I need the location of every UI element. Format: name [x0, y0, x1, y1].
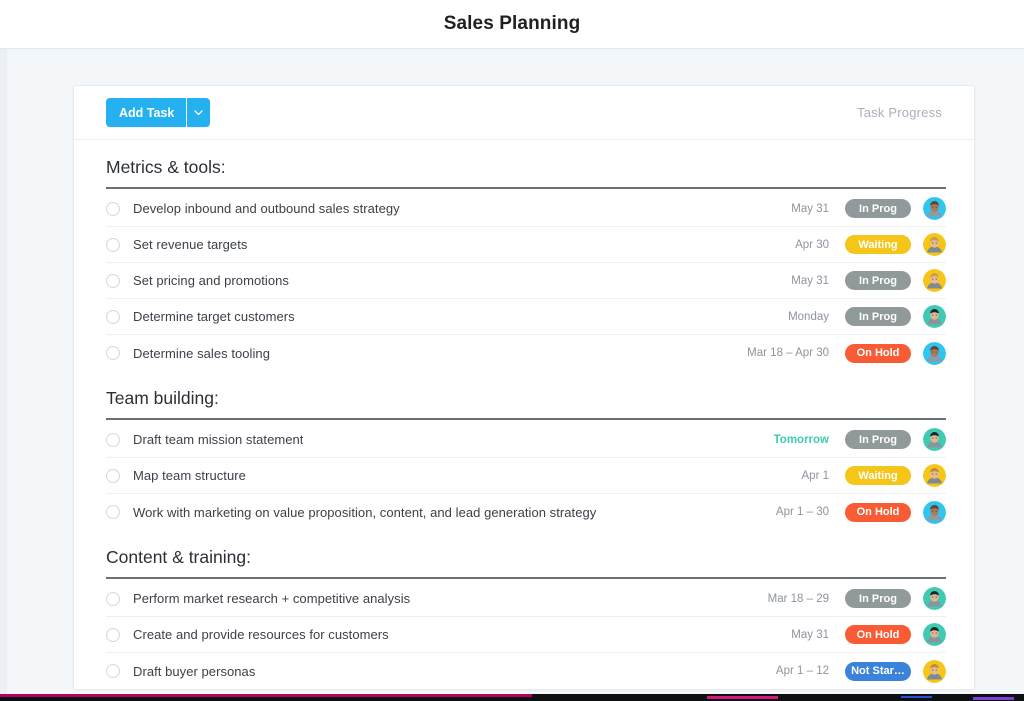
task-section: Team building: Draft team mission stateme…: [74, 371, 974, 530]
add-task-group[interactable]: Add Task: [106, 98, 210, 127]
task-complete-checkbox[interactable]: [106, 274, 120, 288]
task-list-card: Add Task Task Progress Metrics & tools: D…: [73, 85, 975, 690]
section-underline: [106, 187, 946, 189]
task-row[interactable]: Work with marketing on value proposition…: [106, 494, 946, 530]
task-name[interactable]: Create and provide resources for custome…: [133, 627, 389, 642]
task-complete-checkbox[interactable]: [106, 433, 120, 447]
task-row[interactable]: Perform market research + competitive an…: [106, 581, 946, 617]
window-titlebar: Sales Planning: [0, 0, 1024, 49]
task-name[interactable]: Develop inbound and outbound sales strat…: [133, 201, 400, 216]
status-badge[interactable]: In Prog: [845, 430, 911, 449]
assignee-avatar[interactable]: [923, 660, 946, 683]
assignee-avatar[interactable]: [923, 269, 946, 292]
section-heading: Team building:: [106, 371, 946, 418]
task-row[interactable]: Map team structure Apr 1 Waiting: [106, 458, 946, 494]
chevron-down-icon[interactable]: [187, 98, 210, 127]
sections-container: Metrics & tools: Develop inbound and outb…: [74, 140, 974, 689]
status-badge[interactable]: In Prog: [845, 199, 911, 218]
task-complete-checkbox[interactable]: [106, 592, 120, 606]
task-row[interactable]: Draft team mission statement Tomorrow In P…: [106, 422, 946, 458]
assignee-avatar[interactable]: [923, 464, 946, 487]
section-underline: [106, 577, 946, 579]
task-name[interactable]: Determine target customers: [133, 309, 295, 324]
task-name[interactable]: Set revenue targets: [133, 237, 247, 252]
app-window: Sales Planning Add Task Task Progress Me…: [0, 0, 1024, 701]
assignee-avatar[interactable]: [923, 233, 946, 256]
assignee-avatar[interactable]: [923, 305, 946, 328]
assignee-avatar[interactable]: [923, 501, 946, 524]
status-badge[interactable]: In Prog: [845, 271, 911, 290]
task-row[interactable]: Set revenue targets Apr 30 Waiting: [106, 227, 946, 263]
section-underline: [106, 418, 946, 420]
task-row[interactable]: Draft buyer personas Apr 1 – 12 Not Star…: [106, 653, 946, 689]
task-name[interactable]: Draft buyer personas: [133, 664, 255, 679]
page-title: Sales Planning: [444, 13, 581, 35]
task-due-date[interactable]: Apr 1 – 30: [776, 506, 829, 518]
task-complete-checkbox[interactable]: [106, 664, 120, 678]
task-name[interactable]: Map team structure: [133, 468, 246, 483]
task-complete-checkbox[interactable]: [106, 628, 120, 642]
status-badge[interactable]: Waiting: [845, 235, 911, 254]
status-badge[interactable]: On Hold: [845, 503, 911, 522]
assignee-avatar[interactable]: [923, 587, 946, 610]
task-progress-header: Task Progress: [857, 105, 942, 120]
task-due-date[interactable]: Mar 18 – 29: [768, 593, 829, 605]
task-complete-checkbox[interactable]: [106, 505, 120, 519]
add-task-button[interactable]: Add Task: [106, 98, 186, 127]
status-badge[interactable]: On Hold: [845, 625, 911, 644]
task-row[interactable]: Determine sales tooling Mar 18 – Apr 30 On…: [106, 335, 946, 371]
section-heading: Content & training:: [106, 530, 946, 577]
status-badge[interactable]: In Prog: [845, 307, 911, 326]
bottom-strip-pink: [707, 696, 779, 699]
task-due-date[interactable]: Tomorrow: [774, 434, 829, 446]
card-toolbar: Add Task Task Progress: [74, 86, 974, 140]
assignee-avatar[interactable]: [923, 428, 946, 451]
task-due-date[interactable]: May 31: [791, 203, 829, 215]
status-badge[interactable]: Not Star…: [845, 662, 911, 681]
task-complete-checkbox[interactable]: [106, 469, 120, 483]
task-name[interactable]: Work with marketing on value proposition…: [133, 505, 596, 520]
section-heading: Metrics & tools:: [106, 140, 946, 187]
task-complete-checkbox[interactable]: [106, 238, 120, 252]
task-due-date[interactable]: Mar 18 – Apr 30: [747, 347, 829, 359]
task-name[interactable]: Perform market research + competitive an…: [133, 591, 410, 606]
screen-bottom-strip: [0, 694, 1024, 701]
task-due-date[interactable]: May 31: [791, 275, 829, 287]
task-row[interactable]: Set pricing and promotions May 31 In Prog: [106, 263, 946, 299]
task-due-date[interactable]: Apr 1 – 12: [776, 665, 829, 677]
assignee-avatar[interactable]: [923, 623, 946, 646]
status-badge[interactable]: In Prog: [845, 589, 911, 608]
task-complete-checkbox[interactable]: [106, 346, 120, 360]
task-complete-checkbox[interactable]: [106, 310, 120, 324]
task-due-date[interactable]: Monday: [788, 311, 829, 323]
task-due-date[interactable]: Apr 1: [802, 470, 830, 482]
task-section: Content & training: Perform market resear…: [74, 530, 974, 689]
status-badge[interactable]: Waiting: [845, 466, 911, 485]
task-due-date[interactable]: May 31: [791, 629, 829, 641]
left-gutter: [0, 49, 7, 701]
assignee-avatar[interactable]: [923, 342, 946, 365]
task-row[interactable]: Create and provide resources for custome…: [106, 617, 946, 653]
task-name[interactable]: Draft team mission statement: [133, 432, 303, 447]
task-due-date[interactable]: Apr 30: [795, 239, 829, 251]
bottom-strip-blue: [901, 696, 932, 698]
status-badge[interactable]: On Hold: [845, 344, 911, 363]
task-complete-checkbox[interactable]: [106, 202, 120, 216]
assignee-avatar[interactable]: [923, 197, 946, 220]
task-section: Metrics & tools: Develop inbound and outb…: [74, 140, 974, 371]
page-canvas: Add Task Task Progress Metrics & tools: D…: [0, 49, 1024, 690]
task-row[interactable]: Determine target customers Monday In Prog: [106, 299, 946, 335]
task-name[interactable]: Set pricing and promotions: [133, 273, 289, 288]
task-row[interactable]: Develop inbound and outbound sales strat…: [106, 191, 946, 227]
bottom-strip-magenta: [0, 694, 532, 697]
task-name[interactable]: Determine sales tooling: [133, 346, 270, 361]
bottom-strip-purple: [973, 697, 1014, 700]
